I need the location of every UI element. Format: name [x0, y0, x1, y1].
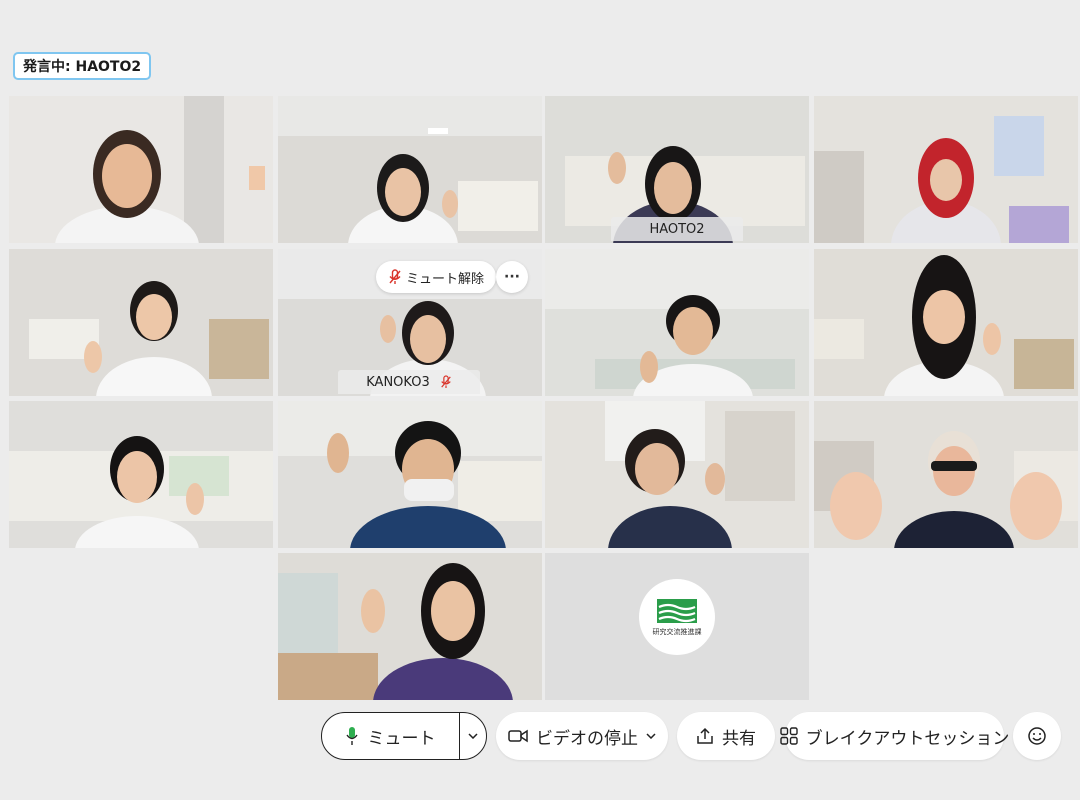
microphone-icon — [345, 726, 358, 746]
participant-video — [9, 249, 273, 396]
more-options-button[interactable]: ··· — [496, 261, 528, 293]
participant-video — [278, 96, 542, 243]
breakout-session-button[interactable]: ブレイクアウトセッション — [779, 712, 1009, 760]
organization-logo: 研究交流推進課 — [639, 579, 715, 655]
participant-video — [278, 401, 542, 548]
video-tile-10[interactable] — [278, 401, 542, 548]
meeting-window: 発言中: HAOTO2 HAOTO2 ミュート解除 ··· KANOKO3 研究… — [0, 0, 1080, 800]
video-tile-7[interactable] — [545, 249, 809, 396]
share-button[interactable]: 共有 — [677, 712, 775, 760]
unmute-label: ミュート解除 — [406, 271, 485, 287]
muted-microphone-icon — [440, 375, 452, 389]
more-options-icon: ··· — [504, 269, 520, 285]
emoji-reaction-icon — [1027, 726, 1047, 746]
breakout-label: ブレイクアウトセッション — [805, 728, 1010, 749]
reactions-button[interactable] — [1013, 712, 1061, 760]
muted-microphone-icon — [388, 269, 402, 285]
logo-waves-icon — [657, 599, 697, 623]
video-tile-3[interactable]: HAOTO2 — [545, 96, 809, 243]
video-label: ビデオの停止 — [536, 728, 638, 749]
speaking-indicator: 発言中: HAOTO2 — [13, 52, 152, 80]
participant-video — [9, 401, 273, 548]
video-tile-12[interactable] — [814, 401, 1078, 548]
participant-video — [545, 249, 809, 396]
participant-name-tag: HAOTO2 — [611, 217, 743, 241]
mute-label: ミュート — [367, 728, 436, 749]
participant-video — [814, 96, 1078, 243]
video-tile-13[interactable] — [278, 553, 542, 700]
video-tile-9[interactable] — [9, 401, 273, 548]
share-upload-icon — [696, 727, 714, 745]
video-tile-1[interactable] — [9, 96, 273, 243]
participant-video — [814, 249, 1078, 396]
video-tile-5[interactable] — [9, 249, 273, 396]
mute-button-group: ミュート — [321, 712, 487, 760]
video-tile-4[interactable] — [814, 96, 1078, 243]
participant-video — [278, 553, 542, 700]
participant-video — [545, 401, 809, 548]
participant-name: KANOKO3 — [366, 374, 430, 390]
participant-name: HAOTO2 — [649, 221, 705, 237]
logo-caption: 研究交流推進課 — [652, 628, 702, 636]
video-tile-2[interactable] — [278, 96, 542, 243]
breakout-grid-icon — [779, 727, 798, 745]
video-tile-logo[interactable]: 研究交流推進課 — [545, 553, 809, 700]
video-tile-8[interactable] — [814, 249, 1078, 396]
stop-video-button[interactable]: ビデオの停止 — [496, 712, 668, 760]
video-tile-6[interactable]: ミュート解除 ··· KANOKO3 — [278, 249, 542, 396]
chevron-down-icon — [467, 733, 478, 739]
audio-options-button[interactable] — [459, 713, 486, 759]
participant-name-tag: KANOKO3 — [338, 370, 480, 394]
chevron-down-icon[interactable] — [646, 733, 656, 739]
share-label: 共有 — [722, 728, 756, 749]
unmute-request-button[interactable]: ミュート解除 — [376, 261, 497, 293]
video-tile-11[interactable] — [545, 401, 809, 548]
participant-video — [9, 96, 273, 243]
mute-button[interactable]: ミュート — [322, 713, 460, 759]
video-camera-icon — [508, 729, 528, 743]
participant-video — [814, 401, 1078, 548]
